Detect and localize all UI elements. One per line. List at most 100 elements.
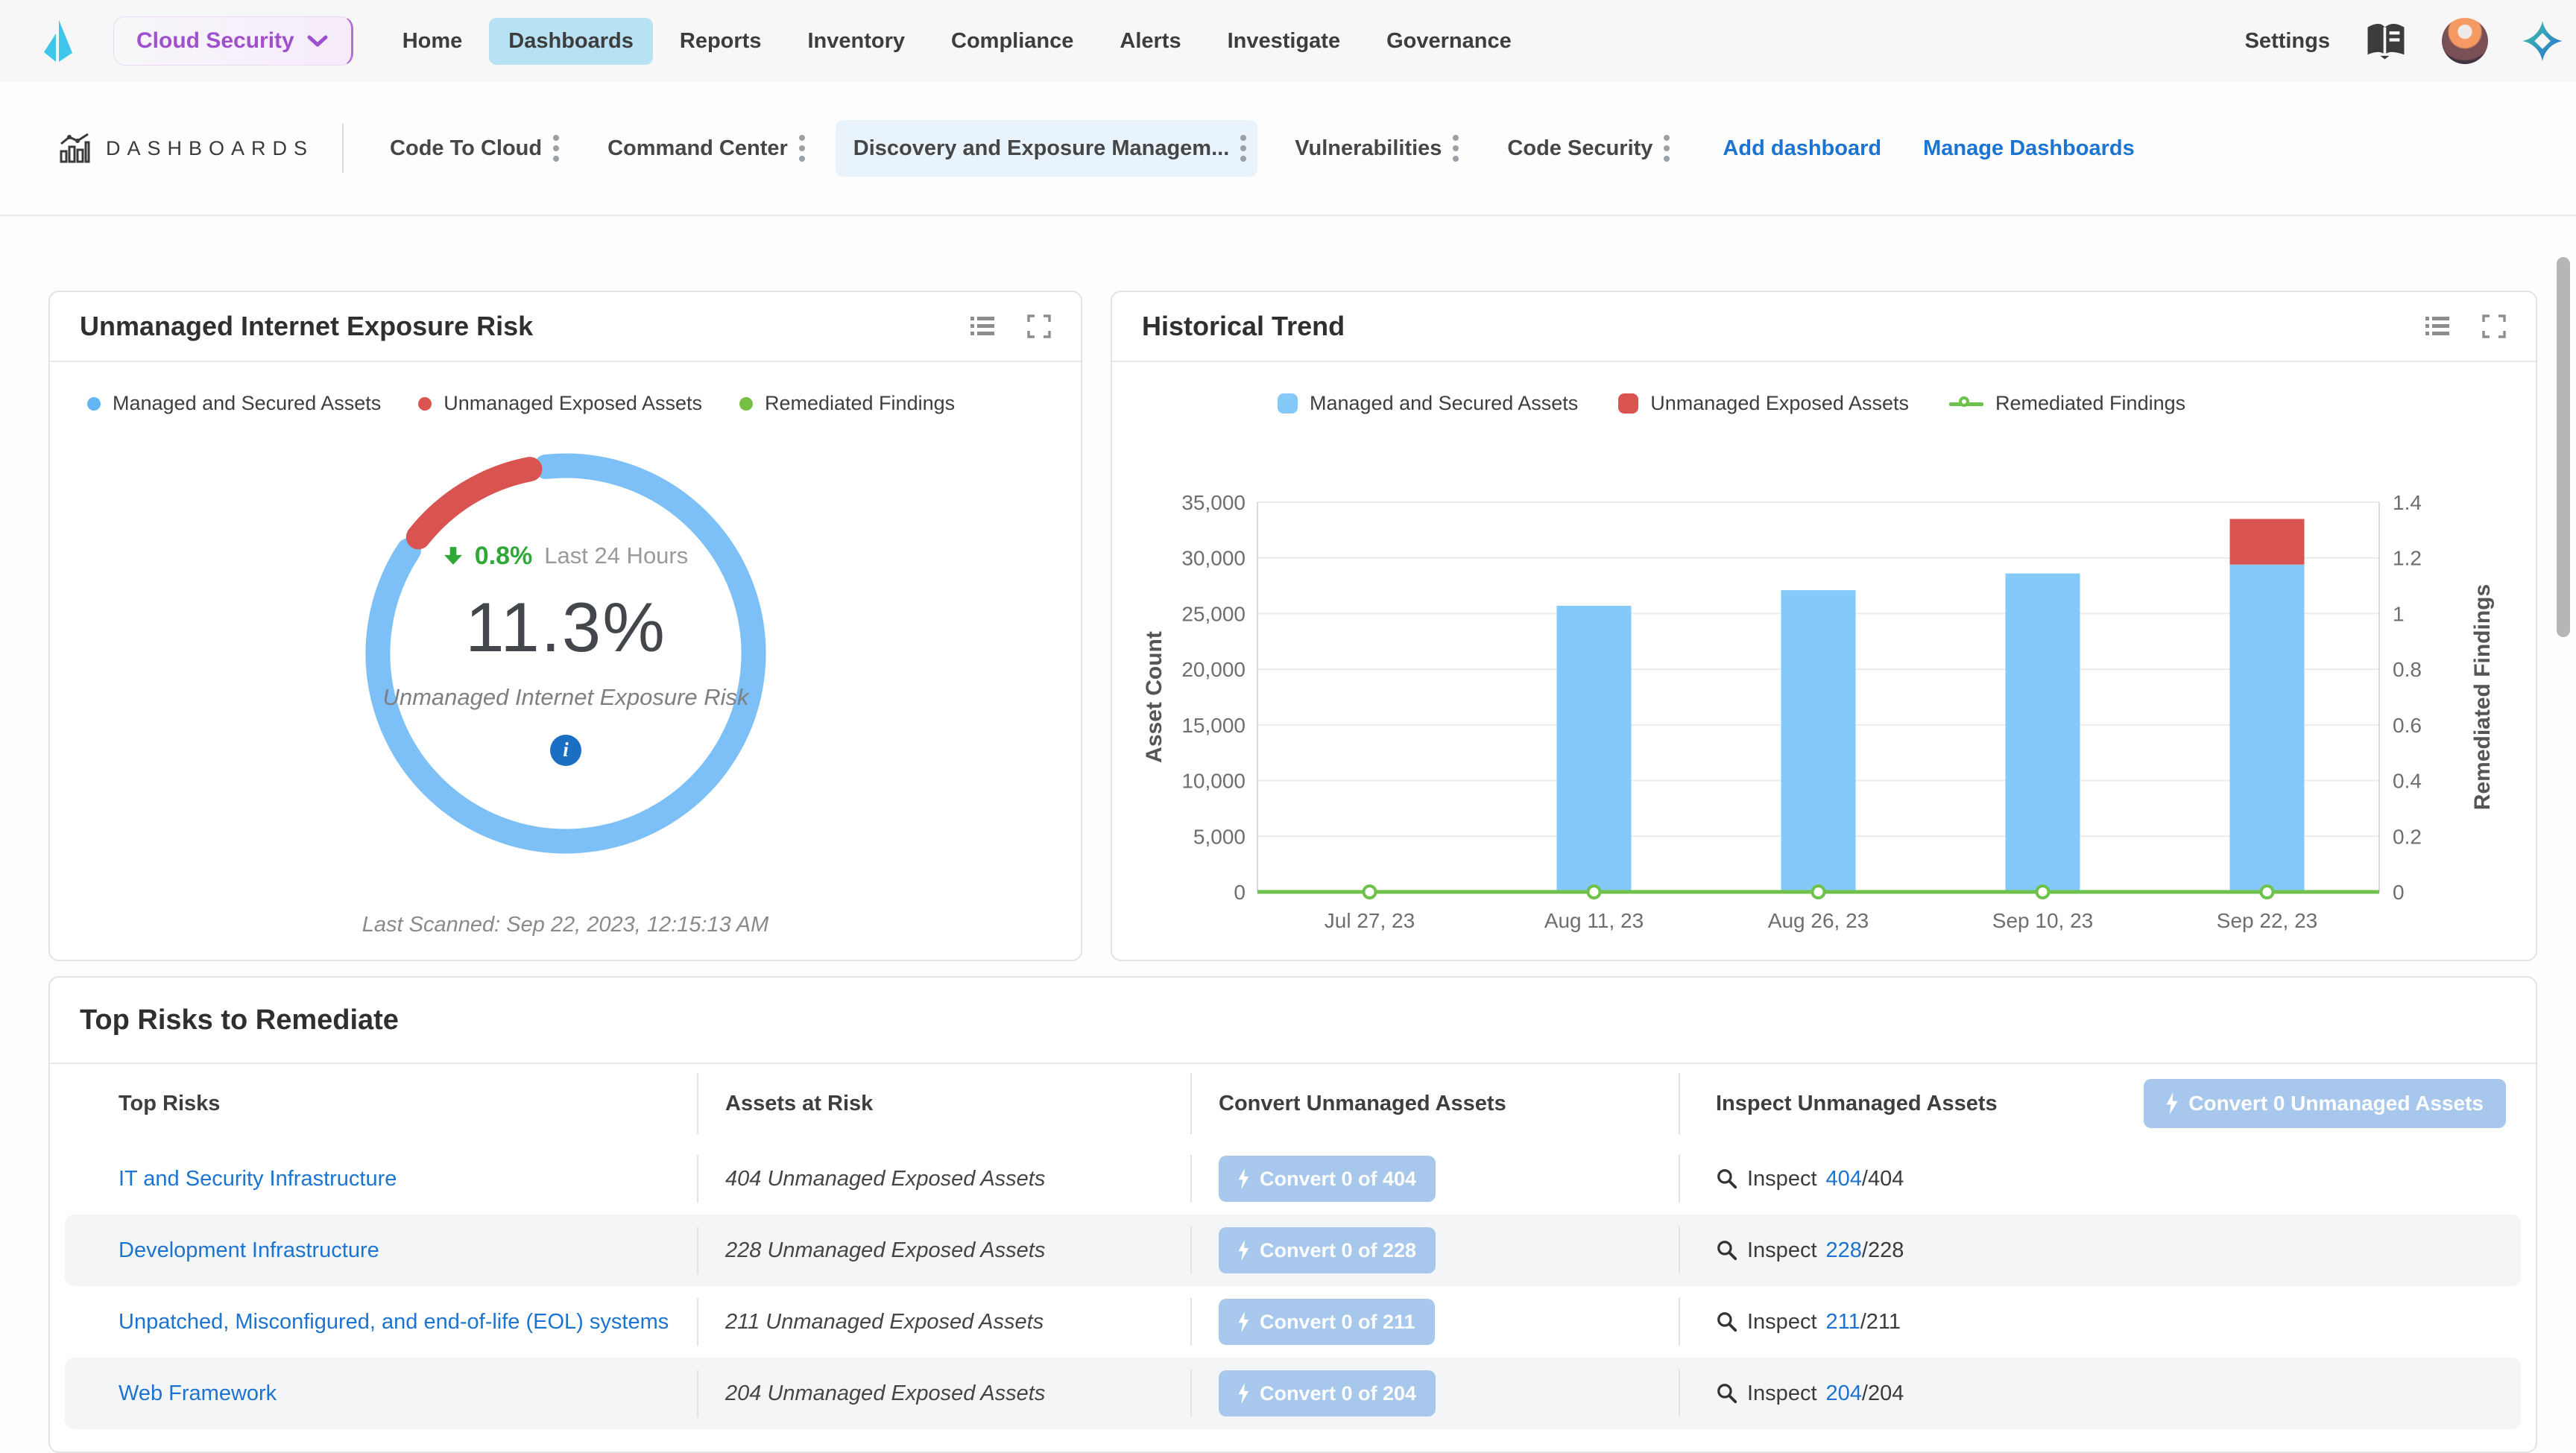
kebab-menu-icon[interactable] (1240, 133, 1247, 163)
nav-item-investigate[interactable]: Investigate (1208, 18, 1360, 65)
svg-text:35,000: 35,000 (1181, 491, 1246, 514)
legend-item-managed-and-secured-assets[interactable]: Managed and Secured Assets (87, 392, 381, 415)
dashboards-bar: DASHBOARDS Code To Cloud Command Center Di… (0, 82, 2576, 216)
dashboard-tab-code-security[interactable]: Code Security (1489, 120, 1681, 177)
docs-book-icon[interactable] (2364, 22, 2408, 60)
inspect-count-link[interactable]: 211 (1826, 1310, 1860, 1334)
section-title: Top Risks to Remediate (50, 978, 2536, 1064)
tab-label: Code Security (1507, 136, 1652, 161)
list-icon[interactable] (969, 314, 996, 339)
svg-text:1.4: 1.4 (2393, 491, 2422, 514)
user-avatar[interactable] (2442, 18, 2488, 64)
svg-text:0.8: 0.8 (2393, 658, 2422, 681)
expand-icon[interactable] (2481, 314, 2507, 339)
table-row: IT and Security Infrastructure 404 Unmana… (65, 1143, 2521, 1215)
risk-link-unpatched-misconfigured-and-end-of-life-eol-systems[interactable]: Unpatched, Misconfigured, and end-of-lif… (119, 1310, 669, 1335)
bulk-convert-button[interactable]: Convert 0 Unmanaged Assets (2144, 1079, 2506, 1128)
svg-text:Sep 22, 23: Sep 22, 23 (2217, 909, 2317, 932)
column-header: Convert Unmanaged Assets (1190, 1064, 1679, 1143)
nav-item-inventory[interactable]: Inventory (788, 18, 924, 65)
company-logo[interactable] (42, 19, 75, 63)
kebab-menu-icon[interactable] (552, 133, 560, 163)
legend-label: Managed and Secured Assets (1310, 392, 1578, 415)
dashboard-tab-command-center[interactable]: Command Center (590, 120, 816, 177)
legend-item-unmanaged-exposed-assets[interactable]: Unmanaged Exposed Assets (1618, 392, 1909, 415)
legend-item-unmanaged-exposed-assets[interactable]: Unmanaged Exposed Assets (418, 392, 702, 415)
kebab-menu-icon[interactable] (798, 133, 806, 163)
lightning-icon (1238, 1168, 1249, 1189)
legend-label: Unmanaged Exposed Assets (443, 392, 702, 415)
inspect-label: Inspect (1747, 1167, 1817, 1191)
settings-button[interactable]: Settings (2245, 29, 2330, 54)
legend-marker (1949, 394, 1983, 414)
top-risks-card: Top Risks to Remediate Top Risks Assets … (48, 976, 2537, 1453)
svg-text:Jul 27, 23: Jul 27, 23 (1325, 909, 1415, 932)
risk-link-development-infrastructure[interactable]: Development Infrastructure (119, 1238, 379, 1263)
legend-item-remediated-findings[interactable]: Remediated Findings (1949, 392, 2185, 415)
convert-button[interactable]: Convert 0 of 204 (1219, 1370, 1436, 1416)
column-header: Top Risks (50, 1064, 697, 1143)
list-icon[interactable] (2424, 314, 2451, 339)
nav-item-dashboards[interactable]: Dashboards (489, 18, 653, 65)
table-row: Web Framework 204 Unmanaged Exposed Asset… (65, 1358, 2521, 1429)
table-row: Development Infrastructure228 Unmanaged … (65, 1215, 2521, 1286)
exposure-value: 11.3% (465, 587, 666, 668)
inspect-count-link[interactable]: 228 (1826, 1238, 1862, 1262)
svg-text:Sep 10, 23: Sep 10, 23 (1992, 909, 2093, 932)
add-dashboard-link[interactable]: Add dashboard (1723, 136, 1881, 161)
table-header: Top Risks Assets at Risk Convert Unmanag… (50, 1064, 2536, 1143)
assets-at-risk-text: 204 Unmanaged Exposed Assets (725, 1381, 1045, 1406)
legend-marker (739, 397, 753, 411)
magnifier-icon (1716, 1382, 1738, 1405)
legend-label: Remediated Findings (1995, 392, 2185, 415)
info-icon[interactable]: i (550, 735, 581, 766)
convert-button[interactable]: Convert 0 of 211 (1219, 1299, 1435, 1345)
legend-marker (87, 397, 101, 411)
legend-item-remediated-findings[interactable]: Remediated Findings (739, 392, 955, 415)
risk-rows: IT and Security Infrastructure 404 Unmana… (50, 1143, 2536, 1429)
lightning-icon (1238, 1383, 1249, 1404)
svg-text:Aug 11, 23: Aug 11, 23 (1544, 909, 1644, 932)
magnifier-icon (1716, 1168, 1738, 1190)
nav-item-reports[interactable]: Reports (660, 18, 781, 65)
scrollbar-thumb[interactable] (2557, 257, 2570, 637)
legend-label: Remediated Findings (765, 392, 955, 415)
svg-text:0.2: 0.2 (2393, 825, 2422, 848)
historical-trend-card: Historical Trend Managed and Secured Ass… (1111, 291, 2537, 961)
assets-at-risk-text: 404 Unmanaged Exposed Assets (725, 1167, 1045, 1191)
nav-item-compliance[interactable]: Compliance (932, 18, 1093, 65)
nav-item-governance[interactable]: Governance (1367, 18, 1531, 65)
svg-text:20,000: 20,000 (1181, 658, 1246, 681)
inspect-count-link[interactable]: 204 (1826, 1381, 1862, 1405)
svg-text:Remediated Findings: Remediated Findings (2470, 584, 2495, 810)
dashboard-tab-code-to-cloud[interactable]: Code To Cloud (372, 120, 570, 177)
svg-text:0: 0 (2393, 881, 2405, 904)
tab-label: Discovery and Exposure Managem... (853, 136, 1229, 161)
lightning-icon (2166, 1092, 2178, 1115)
kebab-menu-icon[interactable] (1663, 133, 1670, 163)
divider (342, 124, 344, 173)
trend-chart: 05,00010,00015,00020,00025,00030,00035,0… (1112, 434, 2536, 948)
dashboard-tab-vulnerabilities[interactable]: Vulnerabilities (1277, 120, 1470, 177)
product-switcher[interactable]: Cloud Security (113, 16, 353, 66)
table-row: Unpatched, Misconfigured, and end-of-lif… (65, 1286, 2521, 1358)
nav-item-home[interactable]: Home (383, 18, 482, 65)
risk-link-it-and-security-infrastructure[interactable]: IT and Security Infrastructure (119, 1167, 397, 1191)
inspect-count-link[interactable]: 404 (1826, 1167, 1862, 1191)
nav-item-alerts[interactable]: Alerts (1100, 18, 1200, 65)
legend-label: Unmanaged Exposed Assets (1650, 392, 1909, 415)
dashboards-label: DASHBOARDS (58, 132, 314, 165)
convert-button[interactable]: Convert 0 of 404 (1219, 1156, 1436, 1202)
manage-dashboards-link[interactable]: Manage Dashboards (1923, 136, 2135, 161)
magnifier-icon (1716, 1239, 1738, 1262)
kebab-menu-icon[interactable] (1452, 133, 1459, 163)
legend-item-managed-and-secured-assets[interactable]: Managed and Secured Assets (1278, 392, 1578, 415)
dashboard-tab-discovery-and-exposure-managem[interactable]: Discovery and Exposure Managem... (836, 120, 1257, 177)
convert-button[interactable]: Convert 0 of 228 (1219, 1227, 1436, 1273)
risk-link-web-framework[interactable]: Web Framework (119, 1381, 277, 1406)
donut-chart: 0.8% Last 24 Hours 11.3% Unmanaged Inter… (342, 430, 789, 877)
svg-text:10,000: 10,000 (1181, 770, 1246, 793)
expand-icon[interactable] (1026, 314, 1052, 339)
inspect-label: Inspect (1747, 1238, 1817, 1263)
legend-marker (1278, 393, 1298, 414)
